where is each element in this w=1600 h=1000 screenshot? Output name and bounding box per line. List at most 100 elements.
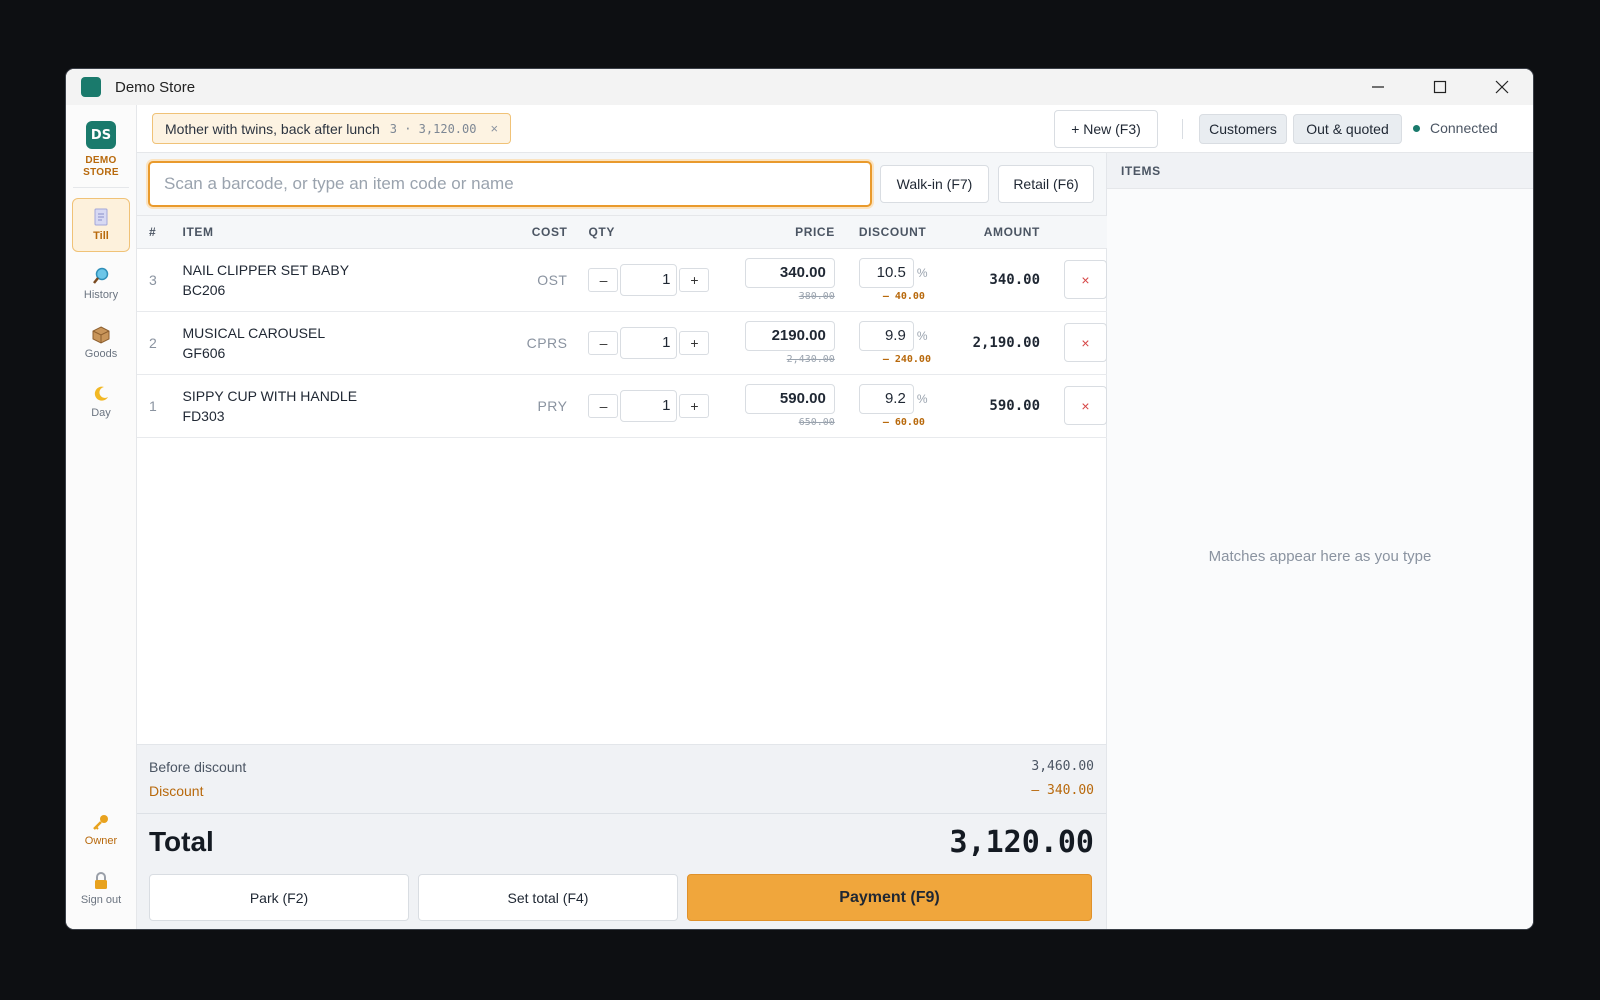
total-value: 3,120.00 — [949, 824, 1095, 860]
walk-in-button[interactable]: Walk-in (F7) — [880, 165, 989, 203]
sidebar: DS DEMO STORE Till History Goods Day Own… — [66, 105, 137, 929]
discount-input[interactable]: 9.9 — [858, 320, 914, 351]
nav-day[interactable]: Day — [72, 375, 130, 429]
qty-input[interactable]: 1 — [620, 389, 678, 422]
discount-input[interactable]: 10.5 — [858, 257, 914, 288]
line-item: MUSICAL CAROUSEL GF606 — [182, 311, 508, 375]
store-name: DEMO STORE — [83, 155, 119, 178]
title-bar: Demo Store — [66, 69, 1533, 105]
original-price: 2,430.00 — [786, 353, 835, 365]
payment-button[interactable]: Payment (F9) — [687, 874, 1092, 921]
new-sale-button[interactable]: + New (F3) — [1054, 110, 1158, 148]
out-quoted-button[interactable]: Out & quoted — [1293, 114, 1402, 144]
qty-decrement-button[interactable]: – — [588, 393, 619, 418]
sale-summary: Before discount 3,460.00 Discount – 340.… — [137, 744, 1106, 929]
nav-owner[interactable]: Owner — [72, 803, 130, 857]
close-parked-sale-icon[interactable]: × — [490, 121, 498, 136]
remove-line-button[interactable]: × — [1064, 260, 1107, 299]
price-input[interactable]: 340.00 — [744, 257, 835, 288]
col-price: PRICE — [719, 216, 839, 249]
qty-decrement-button[interactable]: – — [588, 330, 619, 355]
line-amount: 2,190.00 — [944, 311, 1044, 375]
col-item: ITEM — [182, 216, 508, 249]
price-input[interactable]: 590.00 — [744, 383, 835, 414]
discount-amount: – 240.00 — [882, 353, 931, 365]
nav-sign-out[interactable]: Sign out — [72, 862, 130, 916]
table-row: 1 SIPPY CUP WITH HANDLE FD303 PRY – 1 + — [137, 374, 1107, 438]
item-code: BC206 — [182, 281, 226, 298]
nav-goods-label: Goods — [84, 348, 118, 360]
set-total-button[interactable]: Set total (F4) — [418, 874, 678, 921]
items-panel-header: ITEMS — [1107, 153, 1533, 189]
qty-decrement-button[interactable]: – — [588, 267, 619, 292]
retail-button[interactable]: Retail (F6) — [998, 165, 1094, 203]
receipt-icon — [94, 208, 108, 230]
minimize-button[interactable] — [1347, 69, 1409, 105]
nav-till[interactable]: Till — [72, 198, 130, 252]
cost-code: OST — [507, 248, 578, 312]
item-search-input[interactable] — [148, 161, 872, 207]
connection-status-label: Connected — [1430, 120, 1498, 136]
package-icon — [92, 326, 110, 348]
discount-amount: – 60.00 — [882, 416, 925, 428]
minimize-icon — [1372, 86, 1384, 88]
percent-sign: % — [916, 265, 928, 280]
nav-owner-label: Owner — [84, 835, 118, 847]
qty-increment-button[interactable]: + — [679, 393, 710, 418]
before-discount-label: Before discount — [149, 759, 247, 775]
connection-status: Connected — [1413, 120, 1498, 136]
table-row: 2 MUSICAL CAROUSEL GF606 CPRS – 1 + 2190… — [137, 311, 1107, 375]
before-discount-value: 3,460.00 — [1031, 759, 1094, 774]
maximize-icon — [1433, 80, 1447, 94]
remove-line-button[interactable]: × — [1064, 386, 1107, 425]
qty-input[interactable]: 1 — [620, 263, 678, 296]
line-amount: 590.00 — [944, 374, 1044, 438]
maximize-button[interactable] — [1409, 69, 1471, 105]
item-name: NAIL CLIPPER SET BABY — [182, 261, 350, 278]
discount-value: – 340.00 — [1031, 783, 1094, 798]
lock-icon — [93, 872, 109, 894]
price-input[interactable]: 2190.00 — [744, 320, 835, 351]
sale-lines-table: # ITEM COST QTY PRICE DISCOUNT AMOUNT 3 — [137, 216, 1107, 438]
window-title: Demo Store — [115, 78, 196, 96]
total-row: Total 3,120.00 — [149, 822, 1094, 862]
app-window: Demo Store DS DEMO STORE Till History Go… — [65, 68, 1534, 930]
line-number: 3 — [137, 248, 183, 312]
remove-line-button[interactable]: × — [1064, 323, 1107, 362]
discount-row: Discount – 340.00 — [149, 783, 1094, 807]
park-button[interactable]: Park (F2) — [149, 874, 409, 921]
store-logo: DS — [86, 121, 116, 149]
table-header-row: # ITEM COST QTY PRICE DISCOUNT AMOUNT — [137, 216, 1107, 249]
parked-sale-label: Mother with twins, back after lunch — [165, 120, 380, 137]
item-name: MUSICAL CAROUSEL — [182, 324, 326, 341]
discount-input[interactable]: 9.2 — [858, 383, 914, 414]
customers-button[interactable]: Customers — [1199, 114, 1287, 144]
status-dot-icon — [1413, 124, 1420, 132]
items-panel: ITEMS Matches appear here as you type — [1107, 153, 1533, 929]
line-number: 1 — [137, 374, 183, 438]
qty-increment-button[interactable]: + — [679, 330, 710, 355]
item-code: FD303 — [182, 407, 225, 424]
close-icon — [1495, 80, 1509, 94]
search-row: Walk-in (F7) Retail (F6) — [137, 153, 1106, 216]
nav-history[interactable]: History — [72, 257, 130, 311]
nav-till-label: Till — [93, 230, 109, 242]
line-item: NAIL CLIPPER SET BABY BC206 — [182, 248, 508, 312]
col-qty: QTY — [577, 216, 720, 249]
table-row: 3 NAIL CLIPPER SET BABY BC206 OST – 1 + — [137, 248, 1107, 312]
item-code: GF606 — [182, 344, 226, 361]
items-panel-empty: Matches appear here as you type — [1107, 189, 1533, 929]
original-price: 380.00 — [798, 290, 835, 302]
cost-code: CPRS — [507, 311, 578, 375]
col-cost: COST — [507, 216, 578, 249]
nav-goods[interactable]: Goods — [72, 316, 130, 370]
parked-sale-chip[interactable]: Mother with twins, back after lunch 3 · … — [152, 113, 512, 144]
close-window-button[interactable] — [1471, 69, 1533, 105]
nav-day-label: Day — [91, 407, 111, 419]
item-name: SIPPY CUP WITH HANDLE — [182, 387, 358, 404]
line-item: SIPPY CUP WITH HANDLE FD303 — [182, 374, 508, 438]
discount-label: Discount — [149, 783, 204, 799]
qty-input[interactable]: 1 — [620, 326, 678, 359]
qty-increment-button[interactable]: + — [679, 267, 710, 292]
top-bar: Mother with twins, back after lunch 3 · … — [137, 105, 1533, 153]
